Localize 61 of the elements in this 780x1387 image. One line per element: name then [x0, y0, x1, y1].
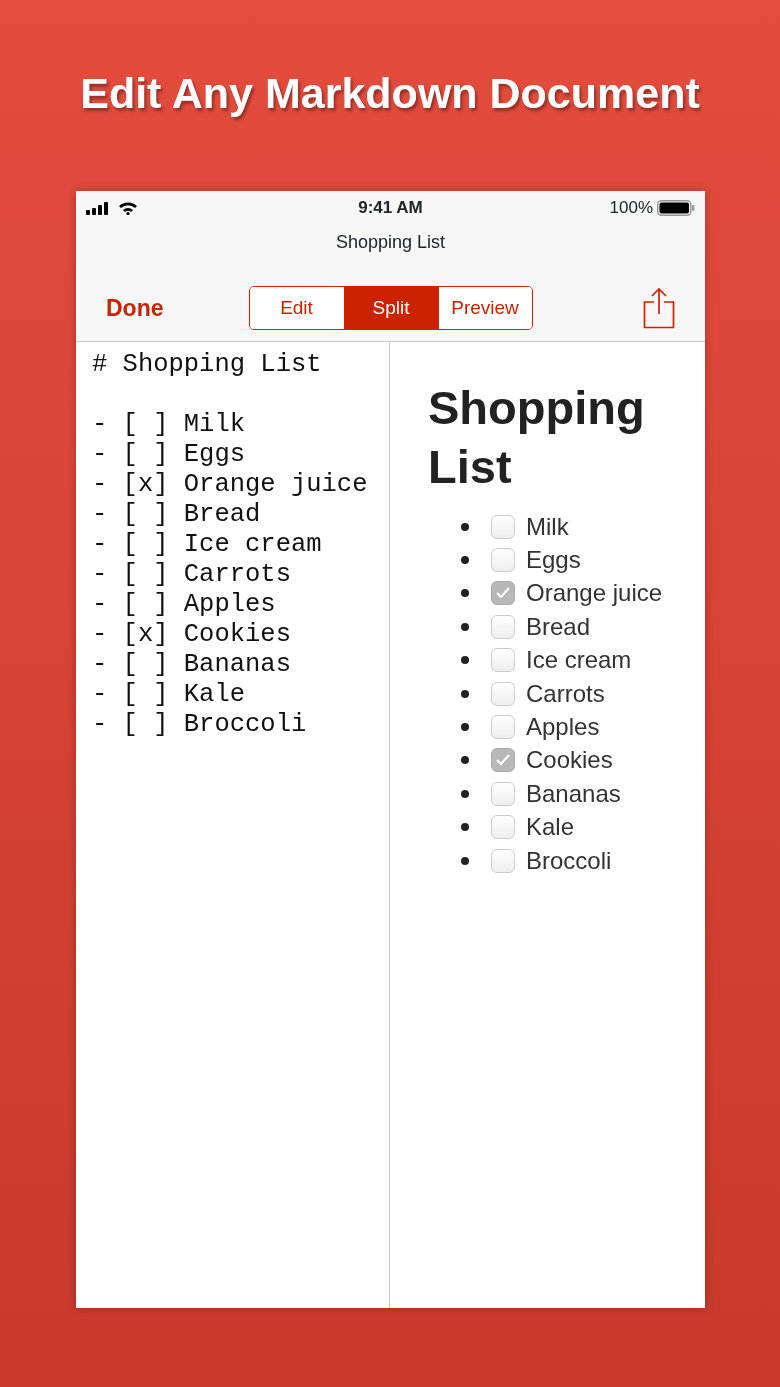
item-label: Apples: [526, 712, 600, 743]
checkbox[interactable]: [491, 781, 515, 806]
item-label: Kale: [526, 812, 575, 843]
checkmark-icon: [495, 753, 511, 768]
done-button[interactable]: Done: [106, 290, 201, 326]
source-line: - [ ] Bananas: [92, 650, 291, 679]
checkbox[interactable]: [491, 681, 515, 706]
item-label: Orange juice: [526, 578, 663, 609]
source-line: - [ ] Broccoli: [92, 710, 307, 739]
bullet: [461, 856, 469, 865]
bullet: [461, 789, 469, 798]
battery-percent: 100%: [609, 197, 653, 220]
battery-icon: [657, 200, 695, 216]
checkbox[interactable]: [491, 548, 515, 573]
item-label: Broccoli: [526, 845, 612, 876]
checkbox[interactable]: [491, 848, 515, 873]
item-label: Carrots: [526, 678, 605, 709]
bullet: [461, 756, 469, 765]
source-line: - [ ] Milk: [92, 410, 246, 439]
bullet: [461, 823, 469, 832]
signal-icon: [86, 201, 110, 215]
checkbox[interactable]: [491, 648, 515, 673]
item-label: Ice cream: [526, 645, 632, 676]
markdown-editor[interactable]: # Shopping List - [ ] Milk - [ ] Eggs - [x] Orange juice - [ ] Bread - [ ] Ice cream - [ ] Carrots - [ ] Apples - [x] Cookies - [ ] Bananas - [ ] Kale - [ ] Broccoli: [76, 342, 390, 1308]
source-line: - [x] Cookies: [92, 620, 291, 649]
checkbox[interactable]: [491, 581, 515, 606]
bullet: [461, 622, 469, 631]
source-line: - [ ] Apples: [92, 590, 276, 619]
source-line: - [ ] Kale: [92, 680, 246, 709]
source-line: - [x] Orange juice: [92, 470, 368, 499]
bullet: [461, 589, 469, 598]
segment-tab[interactable]: Edit: [249, 287, 344, 329]
item-label: Cookies: [526, 745, 613, 776]
bullet: [461, 689, 469, 698]
bullet: [461, 522, 469, 531]
wifi-icon: [118, 201, 138, 215]
checkbox[interactable]: [491, 815, 515, 840]
checkbox[interactable]: [491, 514, 515, 539]
source-heading: # Shopping List: [92, 350, 322, 379]
checkbox[interactable]: [491, 614, 515, 639]
checkmark-icon: [495, 586, 511, 601]
bullet: [461, 556, 469, 565]
clock: 9:41 AM: [358, 197, 423, 220]
source-line: - [ ] Carrots: [92, 560, 291, 589]
item-label: Bread: [526, 611, 591, 642]
source-line: - [ ] Eggs: [92, 440, 246, 469]
item-label: Eggs: [526, 545, 581, 576]
checkbox[interactable]: [491, 748, 515, 773]
segment-tab[interactable]: Split: [343, 287, 438, 329]
source-line: - [ ] Ice cream: [92, 530, 322, 559]
item-label: Bananas: [526, 778, 621, 809]
item-label: Milk: [526, 511, 569, 542]
bullet: [461, 723, 469, 732]
checkbox[interactable]: [491, 715, 515, 740]
source-line: - [ ] Bread: [92, 500, 261, 529]
share-icon[interactable]: [643, 287, 675, 329]
segment-tab[interactable]: Preview: [437, 287, 532, 329]
preview-heading: Shopping List: [428, 380, 646, 495]
document-title: Shopping List: [334, 231, 447, 254]
headline: Edit Any Markdown Document: [79, 68, 701, 119]
bullet: [461, 656, 469, 665]
